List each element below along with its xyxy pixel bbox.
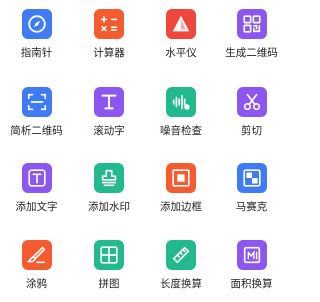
tool-doodle[interactable]: 涂鸦 [0,231,73,302]
tool-label: 剪切 [241,125,262,137]
tool-label: 水平仪 [165,47,197,59]
tools-grid: 指南针 计算器 水平仪 生成二维码 简析二维码 滚动字 噪音检查 剪切 添加文字… [0,0,286,302]
watermark-icon [94,163,124,193]
area-icon [236,240,267,270]
border-icon [166,163,196,193]
mosaic-icon [236,163,267,193]
tool-label: 简析二维码 [10,125,63,137]
tool-label: 长度换算 [160,278,202,290]
tool-noise[interactable]: 噪音检查 [145,78,217,154]
tool-watermark[interactable]: 添加水印 [73,154,145,231]
qr-generate-icon [236,9,267,39]
calculator-icon [94,9,124,39]
tool-scroll-text[interactable]: 滚动字 [73,78,145,154]
tool-puzzle[interactable]: 拼图 [73,231,145,302]
tool-label: 滚动字 [93,125,125,137]
add-text-icon [21,163,52,193]
tool-qr-generate[interactable]: 生成二维码 [217,0,286,78]
tool-level[interactable]: 水平仪 [145,0,217,78]
tool-label: 拼图 [98,278,120,290]
tool-label: 指南针 [20,47,53,59]
tool-label: 添加水印 [88,201,130,213]
tool-calculator[interactable]: 计算器 [73,0,145,78]
tool-area-convert[interactable]: 面积换算 [217,231,286,302]
noise-icon [166,87,196,117]
tool-scissors[interactable]: 剪切 [217,78,286,154]
ruler-icon [166,240,196,270]
tool-qr-scan[interactable]: 简析二维码 [0,78,73,154]
tool-label: 噪音检查 [160,125,202,137]
doodle-icon [21,240,52,270]
tool-label: 计算器 [93,47,125,59]
tool-label: 马赛克 [235,201,268,213]
level-icon [166,9,196,39]
scissors-icon [236,87,267,117]
tool-mosaic[interactable]: 马赛克 [217,154,286,231]
tool-border[interactable]: 添加边框 [145,154,217,231]
scroll-text-icon [94,87,124,117]
puzzle-icon [94,240,124,270]
tool-label: 生成二维码 [225,47,278,59]
compass-icon [21,9,52,39]
tool-label: 涂鸦 [26,278,47,290]
tool-length-convert[interactable]: 长度换算 [145,231,217,302]
tool-label: 添加文字 [15,201,58,213]
tool-label: 添加边框 [160,201,202,213]
tool-compass[interactable]: 指南针 [0,0,73,78]
tool-add-text[interactable]: 添加文字 [0,154,73,231]
tool-label: 面积换算 [230,278,273,290]
qr-scan-icon [21,87,52,117]
